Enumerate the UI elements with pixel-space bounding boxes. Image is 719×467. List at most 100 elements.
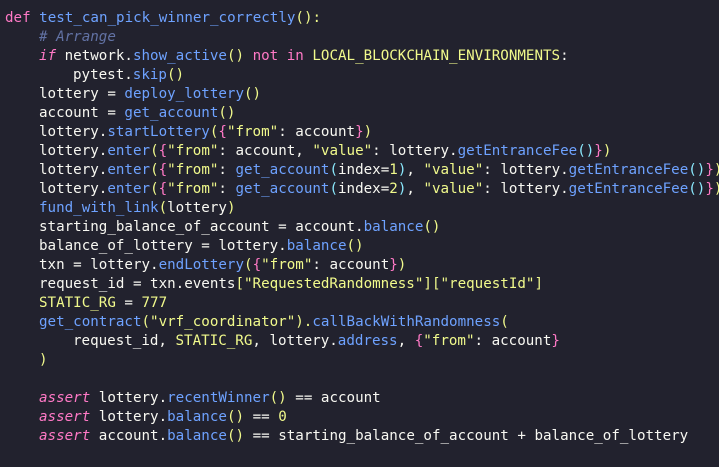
- code-token: == starting_balance_of_account + balance…: [244, 428, 689, 444]
- code-token: }: [594, 143, 603, 159]
- code-line: account = get_account(): [0, 104, 719, 123]
- code-token: ]: [423, 276, 432, 292]
- code-token: : lottery.: [483, 181, 569, 197]
- code-token: :: [218, 181, 236, 197]
- code-token: fund_with_link: [39, 200, 159, 216]
- code-token: account.: [98, 428, 168, 444]
- code-token: ():: [295, 10, 322, 26]
- code-token: assert: [39, 428, 99, 444]
- code-line: assert lottery.recentWinner() == account: [0, 389, 719, 408]
- code-token: show_active: [132, 48, 227, 64]
- code-token: enter: [107, 162, 151, 178]
- code-token: "value": [312, 143, 373, 159]
- code-token: starting_balance_of_account = account.: [39, 219, 364, 235]
- code-token: }: [705, 181, 714, 197]
- code-line: lottery = deploy_lottery(): [0, 85, 719, 104]
- code-token: 0: [278, 409, 287, 425]
- code-token: (): [688, 162, 706, 178]
- code-line: if network.show_active() not in LOCAL_BL…: [0, 47, 719, 66]
- code-line: lottery.enter({"from": get_account(index…: [0, 161, 719, 180]
- code-token: (): [346, 238, 364, 254]
- code-token: (: [150, 181, 159, 197]
- code-token: getEntranceFee: [568, 181, 689, 197]
- code-line: lottery.enter({"from": account, "value":…: [0, 142, 719, 161]
- code-token: STATIC_RG: [175, 333, 253, 349]
- code-token: ): [363, 124, 373, 140]
- code-token: == account: [286, 390, 381, 406]
- code-token: "from": [226, 124, 279, 140]
- code-token: {: [218, 124, 227, 140]
- code-line: def test_can_pick_winner_correctly():: [0, 9, 719, 28]
- code-token: (: [244, 257, 253, 273]
- code-token: "value": [423, 162, 484, 178]
- code-token: ,: [406, 181, 424, 197]
- code-token: }: [705, 162, 714, 178]
- code-token: (): [688, 181, 706, 197]
- code-token: ==: [244, 409, 279, 425]
- code-token: lottery.: [39, 143, 108, 159]
- code-token: "value": [423, 181, 484, 197]
- code-token: test_can_pick_winner_correctly: [39, 10, 296, 26]
- code-token: , lottery.: [252, 333, 338, 349]
- code-token: LOCAL_BLOCKCHAIN_ENVIRONMENTS: [312, 48, 561, 64]
- code-token: index=: [338, 162, 390, 178]
- code-token: {: [414, 333, 424, 349]
- code-token: (): [244, 86, 262, 102]
- code-token: {: [158, 143, 168, 159]
- code-token: : account,: [218, 143, 313, 159]
- code-token: request_id = txn.events: [39, 276, 236, 292]
- code-token: getEntranceFee: [457, 143, 578, 159]
- code-line: txn = lottery.endLottery({"from": accoun…: [0, 256, 719, 275]
- code-line: starting_balance_of_account = account.ba…: [0, 218, 719, 237]
- code-token: endLottery: [158, 257, 245, 273]
- code-token: : lottery.: [372, 143, 458, 159]
- code-token: 777: [141, 295, 168, 311]
- code-token: recentWinner: [167, 390, 270, 406]
- code-token: lottery.: [39, 162, 108, 178]
- code-token: "requestId": [440, 276, 535, 292]
- code-token: "from": [261, 257, 313, 273]
- code-token: }: [389, 257, 398, 273]
- code-line: ): [0, 351, 719, 370]
- code-token: (): [218, 105, 236, 121]
- code-token: :: [218, 162, 236, 178]
- code-token: (): [226, 428, 245, 444]
- code-token: (): [166, 67, 185, 83]
- code-token: "from": [167, 162, 219, 178]
- code-token: ,: [406, 162, 424, 178]
- code-token: get_account: [124, 105, 219, 121]
- code-token: (: [329, 162, 339, 178]
- code-editor[interactable]: def test_can_pick_winner_correctly(): # A…: [0, 0, 719, 467]
- code-token: get_contract: [39, 314, 142, 330]
- code-token: (): [577, 143, 595, 159]
- code-token: lottery: [167, 200, 227, 216]
- code-token: get_account: [235, 181, 330, 197]
- code-token: : account: [278, 124, 356, 140]
- code-token: not in: [252, 48, 313, 64]
- code-token: : account: [312, 257, 390, 273]
- code-line: fund_with_link(lottery): [0, 199, 719, 218]
- code-token: "RequestedRandomness": [244, 276, 424, 292]
- code-token: (: [329, 181, 339, 197]
- code-token: lottery.: [98, 390, 168, 406]
- code-line: request_id, STATIC_RG, lottery.address, …: [0, 332, 719, 351]
- code-line: assert lottery.balance() == 0: [0, 408, 719, 427]
- code-token: =: [115, 295, 142, 311]
- code-token: : account: [474, 333, 552, 349]
- code-token: lottery.: [39, 181, 108, 197]
- code-token: balance_of_lottery = lottery.: [39, 238, 287, 254]
- code-token: lottery.: [98, 409, 168, 425]
- code-token: txn = lottery.: [39, 257, 159, 273]
- code-token: {: [158, 162, 168, 178]
- code-line: # Arrange: [0, 28, 719, 47]
- code-token: (): [269, 390, 287, 406]
- code-token: {: [252, 257, 262, 273]
- code-token: ): [397, 257, 407, 273]
- code-token: ).: [295, 314, 313, 330]
- code-token: assert: [39, 409, 99, 425]
- code-block: def test_can_pick_winner_correctly(): # A…: [0, 9, 719, 446]
- code-token: (): [226, 409, 245, 425]
- code-token: (: [150, 162, 159, 178]
- code-token: "from": [167, 181, 219, 197]
- code-token: balance: [167, 428, 227, 444]
